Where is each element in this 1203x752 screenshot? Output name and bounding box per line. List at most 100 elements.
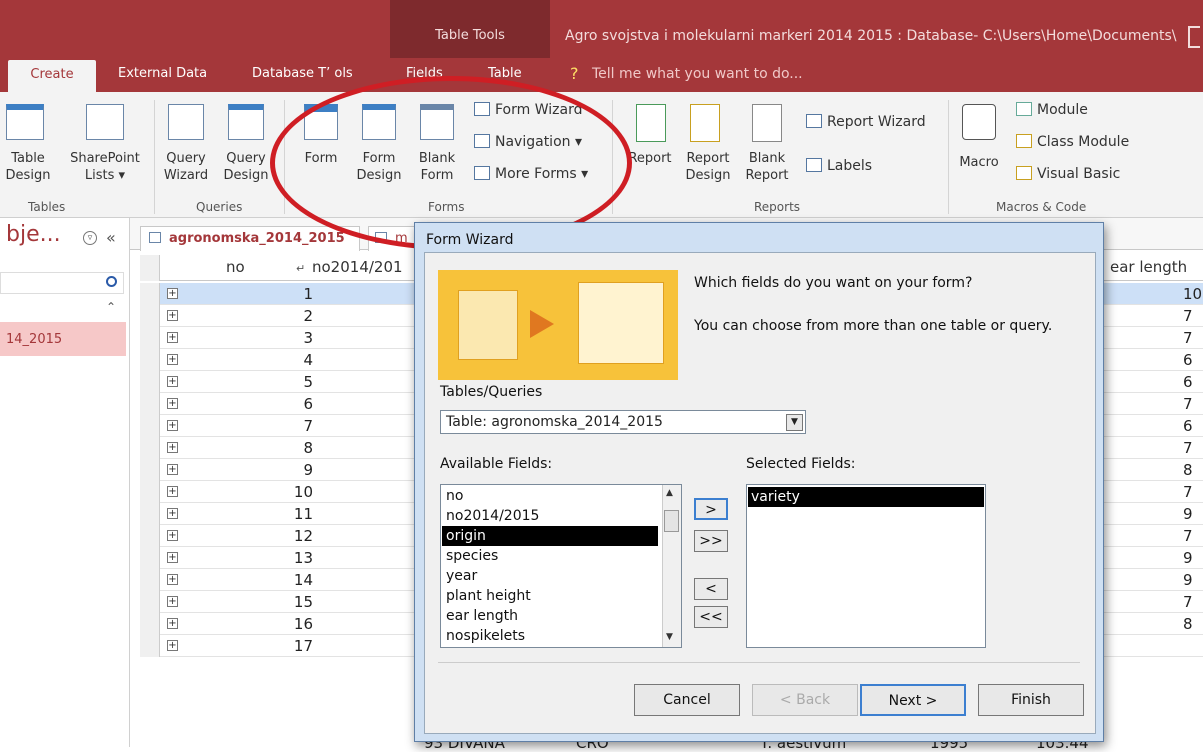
cell-no[interactable]: 6 xyxy=(253,395,313,413)
module-button[interactable]: Module xyxy=(1016,102,1088,118)
selected-field-item[interactable]: variety xyxy=(748,487,984,507)
report-wizard-button[interactable]: Report Wizard xyxy=(806,114,926,130)
expand-icon[interactable]: + xyxy=(167,552,178,563)
cell-ear-length[interactable]: 7 xyxy=(1183,395,1193,413)
cell-no[interactable]: 3 xyxy=(253,329,313,347)
expand-icon[interactable]: + xyxy=(167,442,178,453)
cell-no[interactable]: 5 xyxy=(253,373,313,391)
query-wizard-button[interactable]: Query Wizard xyxy=(160,150,212,184)
expand-icon[interactable]: + xyxy=(167,376,178,387)
expand-icon[interactable]: + xyxy=(167,530,178,541)
finish-button[interactable]: Finish xyxy=(978,684,1084,716)
expand-icon[interactable]: + xyxy=(167,574,178,585)
expand-icon[interactable]: + xyxy=(167,420,178,431)
cell-ear-length[interactable]: 6 xyxy=(1183,373,1193,391)
available-field-item[interactable]: species xyxy=(442,546,658,566)
visual-basic-button[interactable]: Visual Basic xyxy=(1016,166,1120,182)
row-selector[interactable] xyxy=(140,635,160,657)
scroll-up-icon[interactable]: ▲ xyxy=(666,488,673,498)
scroll-down-icon[interactable]: ▼ xyxy=(666,632,673,642)
available-field-item[interactable]: no2014/2015 xyxy=(442,506,658,526)
row-selector[interactable] xyxy=(140,283,160,305)
sort-icon[interactable]: ↵ xyxy=(296,262,305,275)
row-selector[interactable] xyxy=(140,327,160,349)
cell-no[interactable]: 15 xyxy=(253,593,313,611)
available-field-item[interactable]: origin xyxy=(442,526,658,546)
row-selector[interactable] xyxy=(140,569,160,591)
cell-ear-length[interactable]: 7 xyxy=(1183,307,1193,325)
selected-fields-list[interactable] xyxy=(746,484,986,648)
back-button[interactable]: < Back xyxy=(752,684,858,716)
tab-create[interactable]: Create xyxy=(8,60,96,92)
expand-icon[interactable]: + xyxy=(167,486,178,497)
cell-ear-length[interactable]: 7 xyxy=(1183,329,1193,347)
tables-queries-select[interactable]: Table: agronomska_2014_2015 xyxy=(440,410,806,434)
column-header-no2014[interactable]: no2014/201 xyxy=(312,258,403,276)
cell-ear-length[interactable]: 10 xyxy=(1183,285,1202,303)
nav-item-table[interactable]: 14_2015 xyxy=(0,322,126,356)
cell-ear-length[interactable]: 9 xyxy=(1183,549,1193,567)
column-header-no[interactable]: no xyxy=(226,258,245,276)
cell-no[interactable]: 1 xyxy=(253,285,313,303)
nav-collapse-icon[interactable]: « xyxy=(106,228,116,247)
expand-icon[interactable]: + xyxy=(167,310,178,321)
row-selector[interactable] xyxy=(140,349,160,371)
expand-icon[interactable]: + xyxy=(167,288,178,299)
cancel-button[interactable]: Cancel xyxy=(634,684,740,716)
cell-no[interactable]: 9 xyxy=(253,461,313,479)
cell-ear-length[interactable]: 9 xyxy=(1183,571,1193,589)
remove-one-button[interactable]: < xyxy=(694,578,728,600)
cell-no[interactable]: 11 xyxy=(253,505,313,523)
row-selector[interactable] xyxy=(140,437,160,459)
available-field-item[interactable]: ear length xyxy=(442,606,658,626)
select-all-cell[interactable] xyxy=(140,255,160,281)
class-module-button[interactable]: Class Module xyxy=(1016,134,1129,150)
row-selector[interactable] xyxy=(140,613,160,635)
row-selector[interactable] xyxy=(140,305,160,327)
macro-button[interactable]: Macro xyxy=(954,154,1004,171)
available-field-item[interactable]: no xyxy=(442,486,658,506)
cell-ear-length[interactable]: 6 xyxy=(1183,417,1193,435)
dropdown-arrow-icon[interactable]: ▼ xyxy=(786,414,803,431)
cell-no[interactable]: 16 xyxy=(253,615,313,633)
scroll-thumb[interactable] xyxy=(664,510,679,532)
cell-no[interactable]: 7 xyxy=(253,417,313,435)
tab-external-data[interactable]: External Data xyxy=(118,66,207,81)
move-all-button[interactable]: >> xyxy=(694,530,728,552)
move-one-button[interactable]: > xyxy=(694,498,728,520)
labels-button[interactable]: Labels xyxy=(806,158,872,174)
row-selector[interactable] xyxy=(140,547,160,569)
restore-icon[interactable] xyxy=(1188,26,1200,48)
available-field-item[interactable]: nospikelets xyxy=(442,626,658,646)
cell-ear-length[interactable]: 6 xyxy=(1183,351,1193,369)
cell-ear-length[interactable]: 7 xyxy=(1183,527,1193,545)
row-selector[interactable] xyxy=(140,459,160,481)
cell-ear-length[interactable]: 7 xyxy=(1183,439,1193,457)
report-design-button[interactable]: Report Design xyxy=(680,150,736,184)
cell-ear-length[interactable]: 8 xyxy=(1183,615,1193,633)
cell-no[interactable]: 10 xyxy=(253,483,313,501)
expand-icon[interactable]: + xyxy=(167,508,178,519)
tell-me-box[interactable]: Tell me what you want to do... xyxy=(592,66,803,82)
cell-no[interactable]: 4 xyxy=(253,351,313,369)
cell-ear-length[interactable]: 8 xyxy=(1183,461,1193,479)
expand-icon[interactable]: + xyxy=(167,640,178,651)
column-header-ear-length[interactable]: ear length xyxy=(1110,258,1187,276)
doc-tab-agronomska[interactable]: agronomska_2014_2015 xyxy=(140,226,360,251)
cell-ear-length[interactable]: 9 xyxy=(1183,505,1193,523)
row-selector[interactable] xyxy=(140,415,160,437)
row-selector[interactable] xyxy=(140,393,160,415)
table-design-button[interactable]: Table Design xyxy=(0,150,56,184)
sharepoint-lists-button[interactable]: SharePoint Lists ▾ xyxy=(62,150,148,184)
nav-menu-icon[interactable]: ▿ xyxy=(83,231,97,245)
available-field-item[interactable]: plant height xyxy=(442,586,658,606)
cell-no[interactable]: 12 xyxy=(253,527,313,545)
expand-icon[interactable]: + xyxy=(167,618,178,629)
expand-icon[interactable]: + xyxy=(167,398,178,409)
cell-no[interactable]: 13 xyxy=(253,549,313,567)
chevron-up-icon[interactable]: ⌃ xyxy=(106,300,116,314)
remove-all-button[interactable]: << xyxy=(694,606,728,628)
row-selector[interactable] xyxy=(140,591,160,613)
nav-pane-title[interactable]: bje... xyxy=(6,222,61,247)
cell-no[interactable]: 2 xyxy=(253,307,313,325)
